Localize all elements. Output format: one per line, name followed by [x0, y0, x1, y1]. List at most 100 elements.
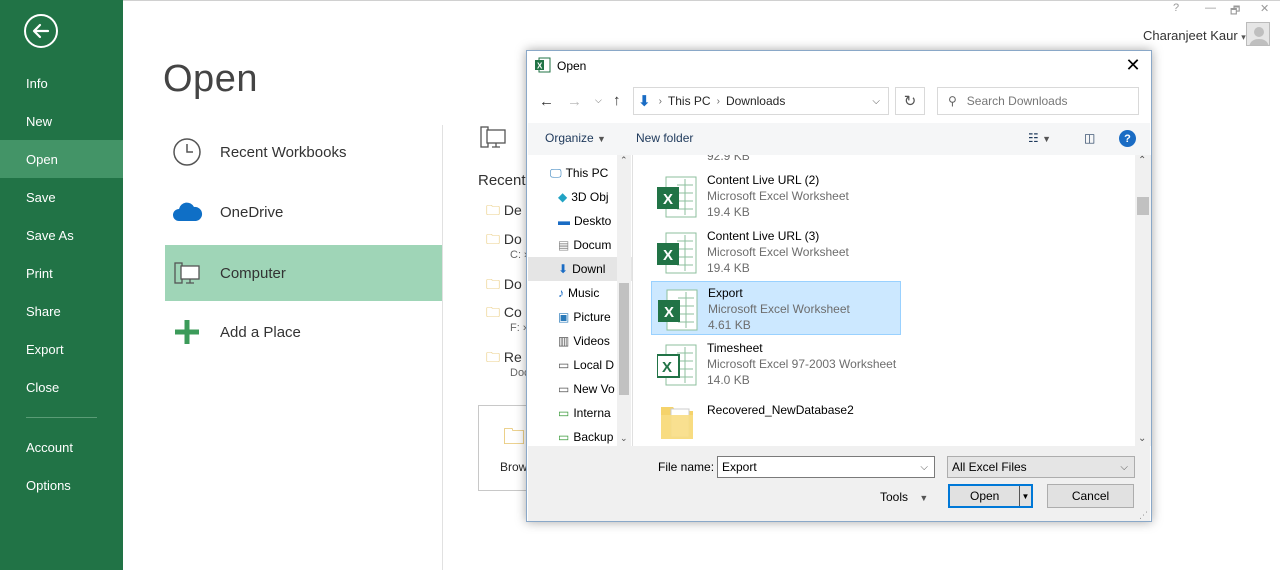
- excel-97-file-icon: X: [657, 344, 697, 386]
- nav-open[interactable]: Open: [0, 140, 123, 178]
- nav-new[interactable]: New: [0, 102, 123, 140]
- search-icon: ⚲: [948, 94, 957, 108]
- nav-close[interactable]: Close: [0, 368, 123, 406]
- folder-icon: 🗀: [503, 424, 526, 449]
- tree-scrollbar[interactable]: ⌃ ⌄: [617, 155, 631, 446]
- chevron-up-icon[interactable]: ⌃: [1138, 155, 1146, 166]
- network-drive-icon: ▭: [558, 430, 570, 444]
- open-dialog: X Open ✕ ← → ⌵ ↑ ⬇ › This PC › Downloads…: [526, 50, 1152, 522]
- download-arrow-icon: ⬇: [558, 262, 569, 276]
- open-label: Open: [970, 489, 1000, 503]
- tree-item-label: Local D: [573, 358, 615, 372]
- resize-grip-icon[interactable]: ⋰: [1139, 510, 1148, 521]
- drive-icon: ▭: [558, 382, 570, 396]
- file-item-selected[interactable]: X Export Microsoft Excel Worksheet 4.61 …: [651, 281, 901, 335]
- file-type-select[interactable]: All Excel Files ⌵: [947, 456, 1135, 478]
- chevron-up-icon[interactable]: ⌃: [620, 155, 628, 166]
- help-icon[interactable]: ?: [1119, 130, 1136, 147]
- svg-text:X: X: [537, 62, 543, 71]
- location-recent-workbooks[interactable]: Recent Workbooks: [165, 124, 442, 180]
- file-name: Export: [708, 286, 743, 300]
- minimize-icon[interactable]: —: [1205, 2, 1216, 14]
- chevron-down-icon[interactable]: ⌄: [1138, 433, 1146, 444]
- close-window-icon[interactable]: ✕: [1260, 2, 1269, 15]
- clock-icon: [165, 137, 209, 167]
- excel-file-icon: X: [657, 232, 697, 274]
- nav-options[interactable]: Options: [0, 466, 123, 504]
- location-add-place[interactable]: Add a Place: [165, 304, 442, 360]
- folder-name: Recovered_NewDatabase2: [707, 403, 854, 417]
- restore-icon[interactable]: 🗗: [1230, 2, 1240, 21]
- nav-print[interactable]: Print: [0, 254, 123, 292]
- help-icon[interactable]: ?: [1173, 2, 1179, 14]
- up-arrow-icon[interactable]: ↑: [613, 92, 621, 109]
- picture-icon: ▣: [558, 310, 570, 324]
- recent-folder-item[interactable]: 🗀 Do: [486, 274, 522, 298]
- backstage-sidebar: Info New Open Save Save As Print Share E…: [0, 0, 123, 570]
- nav-info[interactable]: Info: [0, 64, 123, 102]
- nav-save[interactable]: Save: [0, 178, 123, 216]
- avatar[interactable]: [1246, 22, 1270, 46]
- file-name-input[interactable]: Export ⌵: [717, 456, 935, 478]
- chevron-down-icon[interactable]: ⌵: [595, 95, 602, 106]
- tools-button[interactable]: Tools ▼: [880, 490, 928, 504]
- file-item[interactable]: X Content Live URL (3) Microsoft Excel W…: [651, 225, 901, 279]
- file-type: Microsoft Excel Worksheet: [707, 189, 849, 203]
- user-name[interactable]: Charanjeet Kaur ▾: [1143, 28, 1246, 43]
- forward-arrow-icon[interactable]: →: [567, 93, 582, 110]
- back-arrow-icon[interactable]: ←: [539, 93, 554, 110]
- organize-button[interactable]: Organize ▼: [545, 131, 606, 145]
- breadcrumb-separator-icon: ›: [716, 95, 720, 107]
- refresh-button[interactable]: ↻: [895, 87, 925, 115]
- open-button[interactable]: Open ▼: [948, 484, 1033, 508]
- chevron-down-icon[interactable]: ⌵: [920, 462, 928, 473]
- recent-folder-label: Do: [503, 276, 522, 292]
- browse-label: Brow: [500, 460, 528, 474]
- nav-account[interactable]: Account: [0, 428, 123, 466]
- document-icon: ▤: [558, 238, 570, 252]
- file-list-scrollbar[interactable]: ⌃ ⌄: [1135, 155, 1151, 446]
- tree-scroll-thumb[interactable]: [619, 283, 629, 395]
- nav-share[interactable]: Share: [0, 292, 123, 330]
- back-button[interactable]: [24, 14, 58, 48]
- top-border: [123, 0, 1280, 1]
- file-list-scroll-thumb[interactable]: [1137, 197, 1149, 215]
- location-onedrive[interactable]: OneDrive: [165, 184, 442, 240]
- file-list: 92.9 KB X Content Live URL (2) Microsoft…: [633, 155, 1135, 446]
- folder-icon: 🗀: [486, 304, 500, 320]
- page-title: Open: [163, 58, 258, 100]
- address-bar[interactable]: ⬇ › This PC › Downloads ⌵: [633, 87, 889, 115]
- download-arrow-icon: ⬇: [638, 93, 651, 110]
- folder-item[interactable]: Recovered_NewDatabase2: [651, 393, 901, 446]
- preview-pane-icon[interactable]: ◫: [1084, 131, 1095, 145]
- breadcrumb-this-pc[interactable]: This PC: [668, 94, 711, 108]
- video-icon: ▥: [558, 334, 570, 348]
- breadcrumb-downloads[interactable]: Downloads: [726, 94, 785, 108]
- organize-label: Organize: [545, 131, 594, 145]
- dialog-title: Open: [557, 59, 587, 73]
- file-item[interactable]: X Content Live URL (2) Microsoft Excel W…: [651, 169, 901, 223]
- excel-file-icon: X: [657, 176, 697, 218]
- view-options-icon[interactable]: ☷ ▼: [1028, 131, 1051, 145]
- nav-export[interactable]: Export: [0, 330, 123, 368]
- folder-icon: 🗀: [486, 276, 500, 292]
- cancel-button[interactable]: Cancel: [1047, 484, 1134, 508]
- close-icon[interactable]: ✕: [1123, 55, 1143, 75]
- tree-item-label: This PC: [565, 166, 609, 180]
- search-input[interactable]: ⚲ Search Downloads: [937, 87, 1139, 115]
- new-folder-button[interactable]: New folder: [636, 131, 693, 145]
- location-computer[interactable]: Computer: [165, 245, 442, 301]
- recent-folder-label: Re: [503, 349, 522, 365]
- chevron-down-icon[interactable]: ⌄: [620, 433, 628, 444]
- nav-save-as[interactable]: Save As: [0, 216, 123, 254]
- user-name-label: Charanjeet Kaur: [1143, 28, 1238, 43]
- tools-label: Tools: [880, 490, 909, 504]
- chevron-down-icon[interactable]: ⌵: [872, 96, 880, 107]
- open-dropdown-icon[interactable]: ▼: [1019, 486, 1031, 506]
- file-name: Content Live URL (2): [707, 173, 820, 187]
- file-size: 14.0 KB: [707, 373, 750, 387]
- file-item[interactable]: X Timesheet Microsoft Excel 97-2003 Work…: [651, 337, 901, 391]
- recent-folder-item[interactable]: 🗀 De: [486, 200, 522, 224]
- cloud-icon: [165, 201, 209, 223]
- music-icon: ♪: [558, 286, 564, 300]
